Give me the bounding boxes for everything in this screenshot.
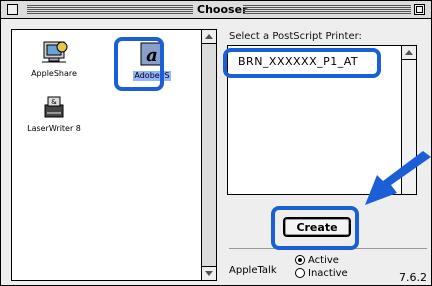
device-list-scrollbar[interactable] [201,30,216,280]
radio-unselected-icon [295,268,305,278]
scroll-down-arrow-icon[interactable] [202,266,216,280]
printer-prompt: Select a PostScript Printer: [229,31,362,42]
version-label: 7.6.2 [399,271,427,284]
window-title: Chooser [197,2,248,17]
device-label: AppleShare [31,69,77,78]
appletalk-label: AppleTalk [229,265,277,276]
create-highlight [271,206,359,250]
close-box-icon[interactable] [7,4,18,15]
scroll-up-arrow-icon[interactable] [402,46,416,60]
radio-label: Inactive [308,268,348,279]
device-laserwriter[interactable]: & LaserWriter 8 [22,93,86,134]
chooser-window: Chooser AppleShare a AdobePS & LaserWrit… [0,0,432,286]
zoom-box-icon[interactable] [414,4,425,15]
title-bar[interactable]: Chooser [1,1,431,19]
title-stripes [243,5,411,15]
appletalk-inactive-radio[interactable]: Inactive [295,268,348,280]
title-stripes [27,5,193,15]
adobeps-highlight [114,37,164,91]
appletalk-active-radio[interactable]: Active [295,255,339,267]
printer-highlight [223,48,381,78]
svg-text:&: & [51,98,57,106]
radio-selected-icon [295,255,305,265]
radio-label: Active [308,255,339,266]
device-appleshare[interactable]: AppleShare [24,38,84,79]
laserwriter-icon: & [44,96,64,118]
device-label: LaserWriter 8 [27,124,81,133]
appleshare-icon [42,41,68,63]
pointer-arrow-icon [365,151,431,205]
scroll-up-arrow-icon[interactable] [202,30,216,44]
